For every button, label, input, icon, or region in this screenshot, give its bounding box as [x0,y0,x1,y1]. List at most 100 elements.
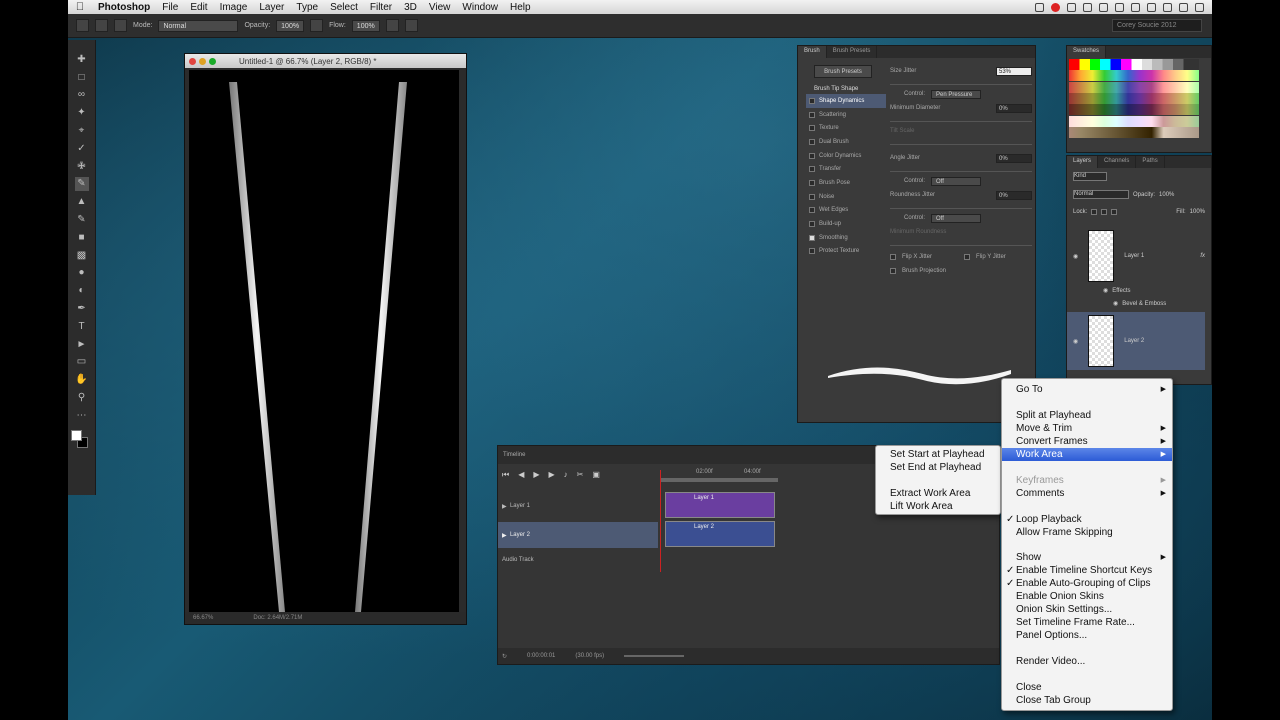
list-item[interactable]: Brush Pose [806,176,886,190]
tab-paths[interactable]: Paths [1136,156,1165,168]
gradient-tool-icon[interactable]: ▩ [75,248,89,263]
previous-frame-icon[interactable]: ◀ [518,470,524,480]
set-end-at-playhead[interactable]: Set End at Playhead [876,461,1000,474]
menu-convert-frames[interactable]: Convert Frames ▶ [1002,435,1172,448]
layer-name[interactable]: Layer 1 [1124,253,1144,259]
tab-layers[interactable]: Layers [1067,156,1099,168]
menu-close-tab-group[interactable]: Close Tab Group [1002,694,1172,707]
play-icon[interactable]: ▶ [533,470,539,480]
menu-image[interactable]: Image [214,2,254,13]
audio-icon[interactable]: ♪ [564,470,568,480]
brush-preset-picker[interactable] [95,19,108,32]
path-select-tool-icon[interactable]: ► [75,337,89,352]
track-layer-2[interactable]: ▶ Layer 2 [498,522,658,548]
menu-render-video[interactable]: Render Video... [1002,655,1172,668]
app-status-icon[interactable] [1051,2,1060,12]
list-item[interactable]: Noise [806,190,886,204]
time-machine-icon[interactable] [1083,2,1092,12]
menu-close[interactable]: Close [1002,681,1172,694]
menu-show[interactable]: Show ▶ [1002,551,1172,564]
fx-icon[interactable]: fx [1200,253,1205,259]
more-tools-icon[interactable]: ⋯ [75,408,89,423]
tilt-scale-slider[interactable] [890,140,1032,145]
control2-select[interactable]: Off [931,176,982,186]
display-icon[interactable] [1067,2,1076,12]
split-icon[interactable]: ✂ [577,470,584,480]
move-tool-icon[interactable]: ✚ [75,52,89,67]
hand-tool-icon[interactable]: ✋ [75,372,89,387]
track-audio[interactable]: Audio Track [498,547,658,573]
list-item[interactable]: Build-up [806,217,886,231]
menu-edit[interactable]: Edit [184,2,213,13]
list-item[interactable]: Dual Brush [806,135,886,149]
menu-split-at-playhead[interactable]: Split at Playhead [1002,409,1172,422]
close-window-icon[interactable] [189,57,196,65]
menu-enable-shortcut-keys[interactable]: ✓ Enable Timeline Shortcut Keys [1002,564,1172,577]
marquee-tool-icon[interactable]: □ [75,70,89,85]
blur-tool-icon[interactable]: ● [75,266,89,281]
min-roundness-slider[interactable] [890,241,1032,246]
clip-layer-2[interactable]: Layer 2 [665,521,775,547]
min-diameter-field[interactable]: 0% [996,103,1032,113]
zoom-level[interactable]: 66.67% [193,615,213,621]
next-frame-icon[interactable]: ▶ [549,470,555,480]
set-start-at-playhead[interactable]: Set Start at Playhead [876,448,1000,461]
foreground-color-swatch[interactable] [71,430,82,441]
clip-layer-1[interactable]: Layer 1 [665,492,775,518]
layer-row-1[interactable]: ◉ Layer 1 fx [1067,228,1205,284]
go-to-first-frame-icon[interactable]: ⏮ [502,470,509,480]
tab-channels[interactable]: Channels [1098,156,1137,168]
warning-icon[interactable] [1035,2,1044,12]
doc-size[interactable]: Doc: 2.64M/2.71M [253,615,302,621]
lock-pixels-icon[interactable] [1091,209,1098,215]
flip-x-checkbox[interactable] [890,254,896,260]
layer-opacity-field[interactable]: 100% [1159,192,1174,198]
volume-icon[interactable] [1131,2,1140,12]
pressure-size-icon[interactable] [404,19,418,32]
minimize-window-icon[interactable] [199,57,206,65]
list-item[interactable]: Transfer [806,162,886,176]
dodge-tool-icon[interactable]: ◐ [75,283,89,298]
menu-app[interactable]: Photoshop [92,2,156,13]
user-icon[interactable] [1163,2,1172,12]
eye-icon[interactable]: ◉ [1113,300,1118,307]
shape-tool-icon[interactable]: ▭ [75,355,89,370]
type-tool-icon[interactable]: T [75,319,89,334]
list-item[interactable]: Protect Texture [806,245,886,259]
menu-loop-playback[interactable]: ✓ Loop Playback [1002,513,1172,526]
size-jitter-field[interactable]: 53% [996,66,1032,76]
angle-jitter-slider[interactable] [890,167,1032,172]
tab-brush-presets[interactable]: Brush Presets [827,46,878,58]
layer-row-2[interactable]: ◉ Layer 2 [1067,312,1205,370]
menu-3d[interactable]: 3D [398,2,423,13]
pressure-opacity-icon[interactable] [310,19,324,32]
lift-work-area[interactable]: Lift Work Area [876,500,1000,513]
swatch-grid[interactable] [1069,59,1199,151]
canvas[interactable] [189,70,459,612]
opacity-field[interactable]: 100% [276,19,305,32]
flow-field[interactable]: 100% [351,19,380,32]
menu-select[interactable]: Select [324,2,364,13]
list-item[interactable]: Wet Edges [806,204,886,218]
crop-tool-icon[interactable]: ⌖ [75,123,89,138]
list-item[interactable]: Scattering [806,108,886,122]
brush-projection-checkbox[interactable] [890,268,896,274]
lasso-tool-icon[interactable]: ∞ [75,88,89,103]
brush-tool-icon[interactable] [76,19,89,32]
list-item[interactable]: Smoothing [806,231,886,245]
menu-enable-onion-skins[interactable]: Enable Onion Skins [1002,590,1172,603]
brush-tool-active-icon[interactable]: ✎ [74,176,89,192]
apple-icon[interactable]:  [68,1,92,13]
document-titlebar[interactable]: Untitled-1 @ 66.7% (Layer 2, RGB/8) * [185,54,466,68]
list-item[interactable]: Color Dynamics [806,149,886,163]
menu-window[interactable]: Window [456,2,504,13]
menu-file[interactable]: File [156,2,184,13]
menu-go-to[interactable]: Go To ▶ [1002,383,1172,396]
blend-mode-select[interactable]: Normal [1073,190,1129,199]
notification-icon[interactable] [1195,2,1204,12]
layer-name[interactable]: Layer 2 [1124,338,1144,344]
size-jitter-slider[interactable] [890,80,1032,85]
tab-brush[interactable]: Brush [798,46,827,58]
history-brush-tool-icon[interactable]: ✎ [75,212,89,227]
airbrush-icon[interactable] [385,19,399,32]
